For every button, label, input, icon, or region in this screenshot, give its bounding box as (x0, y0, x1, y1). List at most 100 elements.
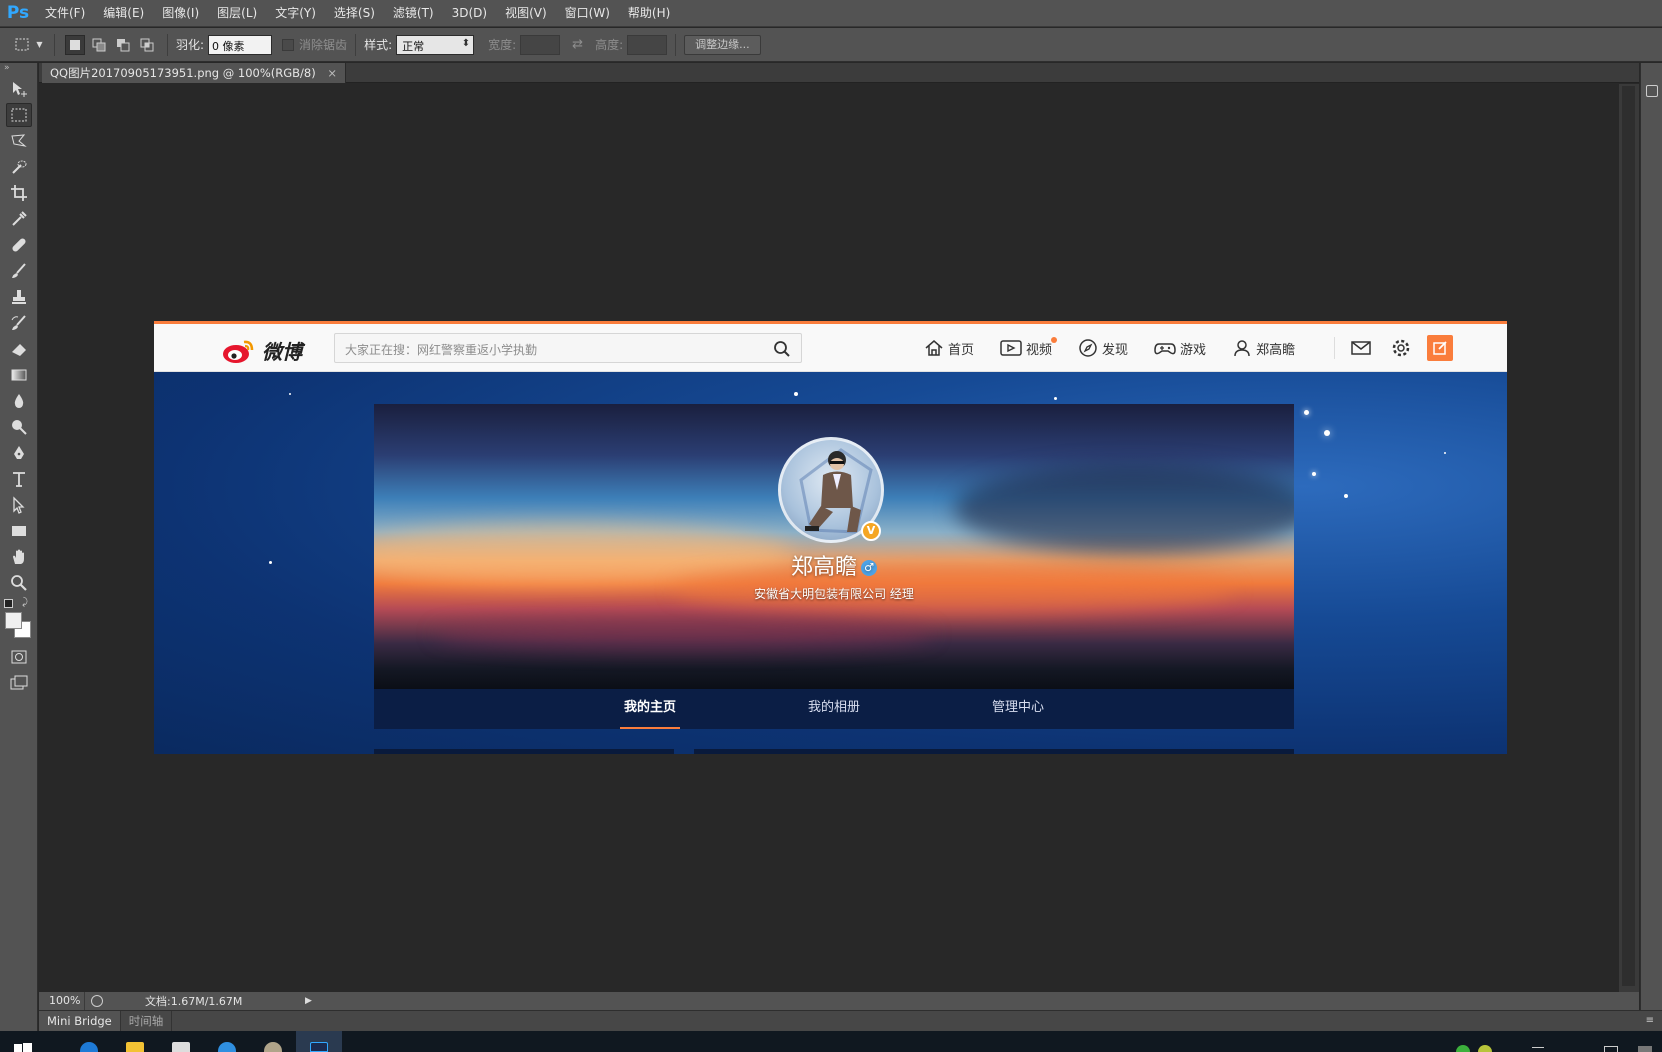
style-select[interactable]: 正常 (396, 34, 475, 55)
tool-preset-picker[interactable]: ▼ (12, 33, 46, 57)
taskbar-photoshop[interactable] (296, 1031, 342, 1052)
menu-view[interactable]: 视图(V) (496, 0, 556, 27)
document-image: 微博 大家正在搜：网红警察重返小学执勤 首页 视频 发现 游戏 郑高瞻 V 郑高… (154, 321, 1507, 754)
profile-name-row: 郑高瞻 ♂ (374, 549, 1294, 581)
profile-name: 郑高瞻 (790, 555, 857, 580)
intersect-selection-button[interactable] (137, 35, 157, 55)
eyedropper-icon (12, 211, 27, 226)
menu-image[interactable]: 图像(I) (153, 0, 208, 27)
zoom-level[interactable]: 100% (39, 992, 85, 1010)
taskbar-app[interactable] (250, 1031, 296, 1052)
menu-window[interactable]: 窗口(W) (556, 0, 619, 27)
intersect-selection-icon (140, 38, 154, 51)
weibo-search-placeholder: 大家正在搜：网红警察重返小学执勤 (345, 343, 538, 357)
marquee-tool[interactable] (6, 103, 32, 127)
pen-tool[interactable] (6, 441, 32, 465)
tray-network-icon[interactable] (1532, 1047, 1544, 1052)
gear-icon (1392, 339, 1410, 357)
blur-tool[interactable] (6, 389, 32, 413)
foreground-color-swatch[interactable] (5, 612, 22, 629)
tab-timeline[interactable]: 时间轴 (121, 1011, 173, 1031)
eyedropper-tool[interactable] (6, 207, 32, 231)
menu-layer[interactable]: 图层(L) (208, 0, 266, 27)
gradient-icon (11, 369, 27, 381)
tray-green-icon[interactable] (1456, 1045, 1470, 1052)
status-info-icon[interactable] (91, 995, 103, 1007)
width-input[interactable] (520, 34, 561, 55)
color-swatches[interactable]: ⤸ (0, 597, 37, 643)
type-tool[interactable] (6, 467, 32, 491)
weibo-tools (1334, 334, 1453, 362)
clone-stamp-tool[interactable] (6, 285, 32, 309)
menu-edit[interactable]: 编辑(E) (94, 0, 153, 27)
healing-brush-tool[interactable] (6, 233, 32, 257)
close-tab-icon[interactable]: × (327, 66, 337, 80)
eraser-icon (12, 344, 26, 356)
weibo-nav-discover: 发现 (1078, 338, 1128, 358)
swap-icon[interactable]: ⇄ (572, 37, 583, 52)
menu-help[interactable]: 帮助(H) (619, 0, 679, 27)
zoom-tool[interactable] (6, 571, 32, 595)
taskbar-explorer[interactable] (112, 1031, 158, 1052)
taskbar-store[interactable] (158, 1031, 204, 1052)
brush-tool[interactable] (6, 259, 32, 283)
hand-tool[interactable] (6, 545, 32, 569)
menu-3d[interactable]: 3D(D) (443, 0, 496, 27)
antialias-checkbox[interactable] (282, 38, 295, 51)
screen-mode-button[interactable] (6, 671, 32, 695)
taskbar-qq[interactable] (204, 1031, 250, 1052)
menu-select[interactable]: 选择(S) (325, 0, 384, 27)
crop-icon (11, 185, 27, 201)
panel-collapse-icon[interactable]: » (0, 63, 37, 75)
notification-dot (1051, 336, 1058, 343)
feather-input[interactable]: 0 像素 (208, 34, 273, 55)
photoshop-logo: Ps (6, 3, 30, 23)
move-icon (13, 82, 27, 97)
crop-tool[interactable] (6, 181, 32, 205)
menu-filter[interactable]: 滤镜(T) (384, 0, 443, 27)
swap-colors-icon[interactable]: ⤸ (22, 597, 28, 608)
tab-mini-bridge[interactable]: Mini Bridge (39, 1011, 121, 1031)
add-selection-button[interactable] (89, 35, 109, 55)
path-select-tool[interactable] (6, 493, 32, 517)
height-label: 高度: (595, 38, 624, 52)
history-brush-icon (11, 315, 26, 330)
chevron-down-icon: ▼ (36, 40, 43, 49)
height-input[interactable] (627, 34, 668, 55)
menu-file[interactable]: 文件(F) (36, 0, 94, 27)
tray-yellow-icon[interactable] (1478, 1045, 1492, 1052)
marquee-icon (11, 108, 27, 122)
rectangle-tool[interactable] (6, 519, 32, 543)
status-menu-arrow-icon[interactable]: ▶ (305, 996, 312, 1006)
weibo-nav-home: 首页 (924, 338, 974, 358)
weibo-logo-text: 微博 (262, 340, 302, 364)
tools-panel: » ⤸ (0, 63, 38, 1031)
width-label: 宽度: (488, 38, 517, 52)
new-selection-button[interactable] (65, 34, 85, 55)
show-desktop-icon[interactable] (1604, 1046, 1618, 1052)
default-colors-icon[interactable] (4, 599, 13, 608)
magnifier-icon (11, 575, 27, 591)
pen-icon (14, 446, 24, 459)
taskbar-edge[interactable] (66, 1031, 112, 1052)
panel-icon[interactable] (1646, 85, 1658, 97)
document-tab[interactable]: QQ图片20170905173951.png @ 100%(RGB/8) × (42, 63, 347, 83)
eraser-tool[interactable] (6, 337, 32, 361)
quick-select-tool[interactable] (6, 155, 32, 179)
vertical-scrollbar[interactable] (1619, 84, 1639, 992)
quick-mask-icon (11, 650, 27, 664)
gradient-tool[interactable] (6, 363, 32, 387)
quick-mask-button[interactable] (6, 645, 32, 669)
dodge-tool[interactable] (6, 415, 32, 439)
stamp-icon (12, 290, 26, 304)
move-tool[interactable] (6, 77, 32, 101)
history-brush-tool[interactable] (6, 311, 32, 335)
lasso-tool[interactable] (6, 129, 32, 153)
panel-menu-icon[interactable]: ≡ (1646, 1011, 1654, 1031)
subtract-selection-button[interactable] (113, 35, 133, 55)
antialias-label: 消除锯齿 (299, 38, 348, 52)
notification-icon[interactable] (1638, 1046, 1652, 1052)
menu-type[interactable]: 文字(Y) (266, 0, 325, 27)
refine-edge-button[interactable]: 调整边缘... (684, 34, 761, 55)
start-button[interactable] (0, 1031, 46, 1052)
